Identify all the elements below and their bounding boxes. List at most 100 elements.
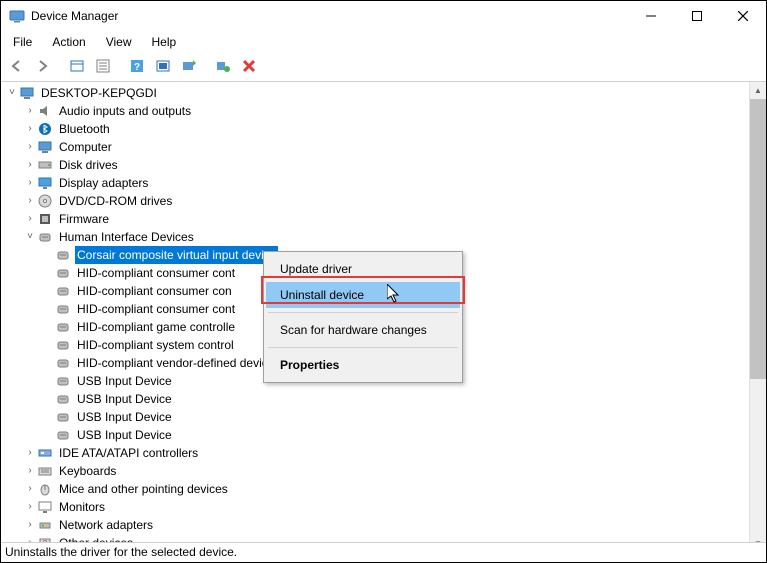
tree-category-label: Human Interface Devices xyxy=(57,228,196,246)
tree-category-row[interactable]: ˅ Human Interface Devices xyxy=(5,228,749,246)
minimize-button[interactable] xyxy=(628,1,674,31)
hid-device-icon xyxy=(55,427,71,443)
chevron-right-icon[interactable]: › xyxy=(23,192,37,210)
tree-category-label: Bluetooth xyxy=(57,120,112,138)
menu-help[interactable]: Help xyxy=(144,33,185,51)
maximize-button[interactable] xyxy=(674,1,720,31)
scroll-up-arrow[interactable]: ▲ xyxy=(750,82,766,99)
ctx-separator xyxy=(268,312,458,313)
chevron-right-icon[interactable]: › xyxy=(23,498,37,516)
tree-category-row[interactable]: › DVD/CD-ROM drives xyxy=(5,192,749,210)
tree-device-row[interactable]: ›USB Input Device xyxy=(5,408,749,426)
chevron-right-icon[interactable]: › xyxy=(23,102,37,120)
chevron-down-icon[interactable]: ˅ xyxy=(5,84,19,102)
hid-device-icon xyxy=(55,319,71,335)
back-button[interactable] xyxy=(5,55,29,77)
tree-device-label: USB Input Device xyxy=(75,408,174,426)
properties-button[interactable] xyxy=(91,55,115,77)
disk-icon xyxy=(37,157,53,173)
ctx-properties[interactable]: Properties xyxy=(266,352,460,378)
chevron-right-icon[interactable]: › xyxy=(23,138,37,156)
tree-root-row[interactable]: ˅ DESKTOP-KEPQGDI xyxy=(5,84,749,102)
tree-category-row[interactable]: › Display adapters xyxy=(5,174,749,192)
chevron-right-icon[interactable]: › xyxy=(23,516,37,534)
chevron-right-icon[interactable]: › xyxy=(23,444,37,462)
chevron-right-icon[interactable]: › xyxy=(23,462,37,480)
menu-view[interactable]: View xyxy=(98,33,140,51)
statusbar: Uninstalls the driver for the selected d… xyxy=(1,542,766,562)
chevron-right-icon[interactable]: › xyxy=(23,120,37,138)
scan-hardware-button[interactable] xyxy=(151,55,175,77)
hid-device-icon xyxy=(55,391,71,407)
show-hidden-button[interactable] xyxy=(65,55,89,77)
chevron-down-icon[interactable]: ˅ xyxy=(23,228,37,246)
menu-file[interactable]: File xyxy=(5,33,40,51)
tree-category-row[interactable]: › Mice and other pointing devices xyxy=(5,480,749,498)
chevron-right-icon[interactable]: › xyxy=(23,210,37,228)
tree-category-label: Mice and other pointing devices xyxy=(57,480,230,498)
hid-device-icon xyxy=(55,355,71,371)
tree-device-label: USB Input Device xyxy=(75,426,174,444)
menubar: File Action View Help xyxy=(1,31,766,53)
tree-category-label: Audio inputs and outputs xyxy=(57,102,193,120)
tree-category-label: DVD/CD-ROM drives xyxy=(57,192,174,210)
svg-text:?: ? xyxy=(134,62,140,73)
tree-category-label: Display adapters xyxy=(57,174,150,192)
app-icon xyxy=(9,8,25,24)
ctx-scan-hardware[interactable]: Scan for hardware changes xyxy=(266,317,460,343)
context-menu: Update driver Uninstall device Scan for … xyxy=(263,251,463,383)
tree-category-row[interactable]: ›Firmware xyxy=(5,210,749,228)
window-title: Device Manager xyxy=(31,9,628,23)
computer-icon xyxy=(37,139,53,155)
tree-category-label: Keyboards xyxy=(57,462,118,480)
toolbar: ? xyxy=(1,53,766,82)
tree-category-row[interactable]: › Network adapters xyxy=(5,516,749,534)
hid-device-icon xyxy=(55,373,71,389)
network-icon xyxy=(37,517,53,533)
tree-device-label: Corsair composite virtual input device xyxy=(75,246,278,264)
tree-category-label: Network adapters xyxy=(57,516,155,534)
help-button[interactable]: ? xyxy=(125,55,149,77)
tree-category-row[interactable]: › Computer xyxy=(5,138,749,156)
computer-icon xyxy=(19,85,35,101)
tree-category-label: Computer xyxy=(57,138,114,156)
tree-device-label: HID-compliant consumer cont xyxy=(75,300,237,318)
monitor-icon xyxy=(37,499,53,515)
ide-icon xyxy=(37,445,53,461)
tree-category-label: Disk drives xyxy=(57,156,120,174)
uninstall-button[interactable] xyxy=(211,55,235,77)
mouse-icon xyxy=(37,481,53,497)
keyboard-icon xyxy=(37,463,53,479)
menu-action[interactable]: Action xyxy=(44,33,93,51)
ctx-uninstall-device[interactable]: Uninstall device xyxy=(266,282,460,308)
update-driver-button[interactable] xyxy=(177,55,201,77)
tree-category-label: IDE ATA/ATAPI controllers xyxy=(57,444,200,462)
tree-device-row[interactable]: ›USB Input Device xyxy=(5,426,749,444)
tree-category-row[interactable]: › Audio inputs and outputs xyxy=(5,102,749,120)
forward-button[interactable] xyxy=(31,55,55,77)
cdrom-icon xyxy=(37,193,53,209)
ctx-update-driver[interactable]: Update driver xyxy=(266,256,460,282)
tree-category-row[interactable]: › Disk drives xyxy=(5,156,749,174)
scroll-thumb[interactable] xyxy=(750,99,766,379)
tree-category-row[interactable]: › Keyboards xyxy=(5,462,749,480)
titlebar: Device Manager xyxy=(1,1,766,31)
firmware-icon xyxy=(37,211,53,227)
hid-icon xyxy=(37,229,53,245)
ctx-separator xyxy=(268,347,458,348)
tree-category-row[interactable]: › Bluetooth xyxy=(5,120,749,138)
statusbar-text: Uninstalls the driver for the selected d… xyxy=(5,545,237,559)
bluetooth-icon xyxy=(37,121,53,137)
chevron-right-icon[interactable]: › xyxy=(23,174,37,192)
tree-category-row[interactable]: › IDE ATA/ATAPI controllers xyxy=(5,444,749,462)
display-icon xyxy=(37,175,53,191)
delete-button[interactable] xyxy=(237,55,261,77)
close-button[interactable] xyxy=(720,1,766,31)
tree-device-row[interactable]: ›USB Input Device xyxy=(5,390,749,408)
tree-category-row[interactable]: ›Monitors xyxy=(5,498,749,516)
hid-device-icon xyxy=(55,283,71,299)
tree-device-label: HID-compliant vendor-defined device xyxy=(75,354,276,372)
vertical-scrollbar[interactable]: ▲ ▼ xyxy=(749,82,766,552)
chevron-right-icon[interactable]: › xyxy=(23,480,37,498)
chevron-right-icon[interactable]: › xyxy=(23,156,37,174)
